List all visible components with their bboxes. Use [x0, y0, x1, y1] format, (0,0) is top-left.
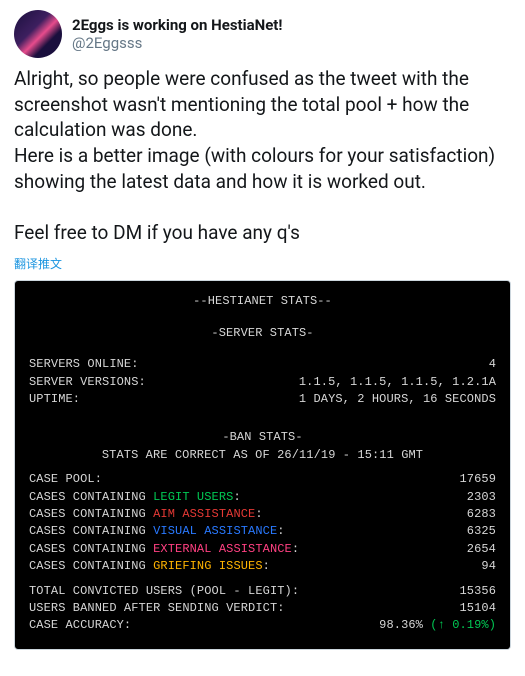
value: 6283 [467, 506, 496, 523]
servers-online-row: SERVERS ONLINE: 4 [29, 356, 496, 373]
label: USERS BANNED AFTER SENDING VERDICT: [29, 600, 285, 617]
value: 15356 [459, 583, 496, 600]
label: CASES CONTAINING VISUAL ASSISTANCE: [29, 523, 285, 540]
user-info[interactable]: 2Eggs is working on HestiaNet! @2Eggsss [72, 16, 282, 52]
label: CASES CONTAINING LEGIT USERS: [29, 489, 241, 506]
ban-stats-correct: STATS ARE CORRECT AS OF 26/11/19 - 15:11… [29, 447, 496, 464]
label: SERVERS ONLINE: [29, 356, 139, 373]
value: 2654 [467, 541, 496, 558]
accuracy-row: CASE ACCURACY: 98.36% (↑ 0.19%) [29, 617, 496, 634]
case-pool-row: CASE POOL: 17659 [29, 471, 496, 488]
label: CASES CONTAINING EXTERNAL ASSISTANCE: [29, 541, 299, 558]
value: 4 [489, 356, 496, 373]
visual-row: CASES CONTAINING VISUAL ASSISTANCE: 6325 [29, 523, 496, 540]
label: CASES CONTAINING AIM ASSISTANCE: [29, 506, 263, 523]
server-versions-row: SERVER VERSIONS: 1.1.5, 1.1.5, 1.1.5, 1.2… [29, 374, 496, 391]
avatar[interactable] [14, 10, 62, 58]
banned-row: USERS BANNED AFTER SENDING VERDICT: 15104 [29, 600, 496, 617]
value: 15104 [459, 600, 496, 617]
user-handle: @2Eggsss [72, 34, 282, 52]
label: CASE ACCURACY: [29, 617, 131, 634]
translate-link[interactable]: 翻译推文 [14, 255, 511, 272]
value: 98.36% (↑ 0.19%) [379, 617, 496, 634]
value: 17659 [459, 471, 496, 488]
label: CASES CONTAINING GRIEFING ISSUES: [29, 558, 270, 575]
aim-row: CASES CONTAINING AIM ASSISTANCE: 6283 [29, 506, 496, 523]
uptime-row: UPTIME: 1 DAYS, 2 HOURS, 16 SECONDS [29, 391, 496, 408]
legit-row: CASES CONTAINING LEGIT USERS: 2303 [29, 489, 496, 506]
ban-stats-header: -BAN STATS- [29, 429, 496, 446]
label: CASE POOL: [29, 471, 102, 488]
convicted-row: TOTAL CONVICTED USERS (POOL - LEGIT): 153… [29, 583, 496, 600]
external-row: CASES CONTAINING EXTERNAL ASSISTANCE: 265… [29, 541, 496, 558]
terminal-screenshot: --HESTIANET STATS-- -SERVER STATS- SERVE… [14, 280, 511, 649]
value: 94 [481, 558, 496, 575]
tweet-header: 2Eggs is working on HestiaNet! @2Eggsss [14, 10, 511, 58]
value: 2303 [467, 489, 496, 506]
label: SERVER VERSIONS: [29, 374, 146, 391]
server-stats-header: -SERVER STATS- [29, 325, 496, 342]
tweet-text: Alright, so people were confused as the … [14, 66, 511, 245]
display-name: 2Eggs is working on HestiaNet! [72, 16, 282, 34]
tweet-card: 2Eggs is working on HestiaNet! @2Eggsss … [0, 0, 525, 660]
value: 1.1.5, 1.1.5, 1.1.5, 1.2.1A [299, 374, 496, 391]
label: UPTIME: [29, 391, 80, 408]
value: 6325 [467, 523, 496, 540]
label: TOTAL CONVICTED USERS (POOL - LEGIT): [29, 583, 299, 600]
terminal-title: --HESTIANET STATS-- [29, 293, 496, 310]
value: 1 DAYS, 2 HOURS, 16 SECONDS [299, 391, 496, 408]
griefing-row: CASES CONTAINING GRIEFING ISSUES: 94 [29, 558, 496, 575]
